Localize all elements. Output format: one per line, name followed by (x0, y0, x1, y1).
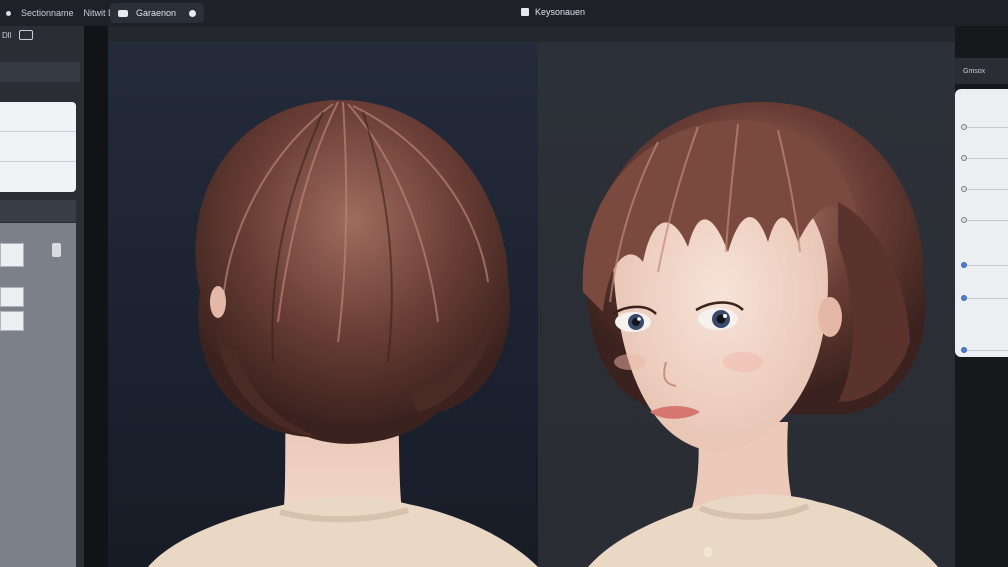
tab-label: Garaenon (136, 8, 177, 18)
tab-close-icon[interactable] (189, 9, 196, 17)
slider-knob[interactable] (961, 186, 967, 192)
property-row[interactable] (0, 162, 76, 192)
menu-item-section[interactable]: Sectionname (21, 8, 74, 18)
slider-track[interactable] (963, 265, 1008, 266)
value-field[interactable] (0, 311, 24, 331)
front-portrait-illustration (582, 101, 938, 567)
left-panel-toolbar: Dll (0, 28, 34, 42)
left-section-header[interactable] (0, 62, 80, 82)
property-row[interactable] (0, 102, 76, 132)
slider-knob[interactable] (961, 347, 967, 353)
viewport-back-view[interactable] (108, 42, 538, 567)
slider-track[interactable] (963, 189, 1008, 190)
tab-file-icon (118, 9, 128, 17)
left-section-header-2[interactable] (0, 200, 76, 222)
right-sliders-card (955, 89, 1008, 357)
viewport-front-view[interactable] (538, 42, 955, 567)
slider-track[interactable] (963, 220, 1008, 221)
slider-knob[interactable] (961, 155, 967, 161)
slider-knob[interactable] (961, 124, 967, 130)
value-field[interactable] (0, 243, 24, 267)
left-properties-card (0, 102, 76, 192)
panel-divider[interactable] (84, 26, 108, 567)
window-title: Keysonauen (521, 7, 585, 17)
right-panel-header[interactable]: Gmsox (955, 58, 1008, 84)
left-panel: Dll (0, 26, 84, 567)
slider-track[interactable] (963, 158, 1008, 159)
slider-track[interactable] (963, 298, 1008, 299)
slider-track[interactable] (963, 350, 1008, 351)
document-icon (521, 8, 529, 16)
active-tab[interactable]: Garaenon (110, 3, 204, 23)
slider-knob[interactable] (961, 262, 967, 268)
menu-dot-icon[interactable] (6, 10, 11, 16)
left-toolbar-label[interactable]: Dll (2, 31, 11, 40)
lock-icon[interactable] (52, 243, 61, 257)
window-title-text: Keysonauen (535, 7, 586, 17)
value-field[interactable] (0, 287, 24, 307)
top-bar: Sectionname Nitwit Dotte Garaenon Keyson… (0, 0, 1008, 26)
slider-track[interactable] (963, 127, 1008, 128)
slider-knob[interactable] (961, 295, 967, 301)
right-panel-title: Gmsox (963, 67, 986, 75)
property-row[interactable] (0, 132, 76, 162)
back-head-illustration (148, 99, 538, 567)
slider-knob[interactable] (961, 217, 967, 223)
panel-toggle-icon[interactable] (19, 30, 34, 40)
left-lower-panel (0, 223, 76, 567)
